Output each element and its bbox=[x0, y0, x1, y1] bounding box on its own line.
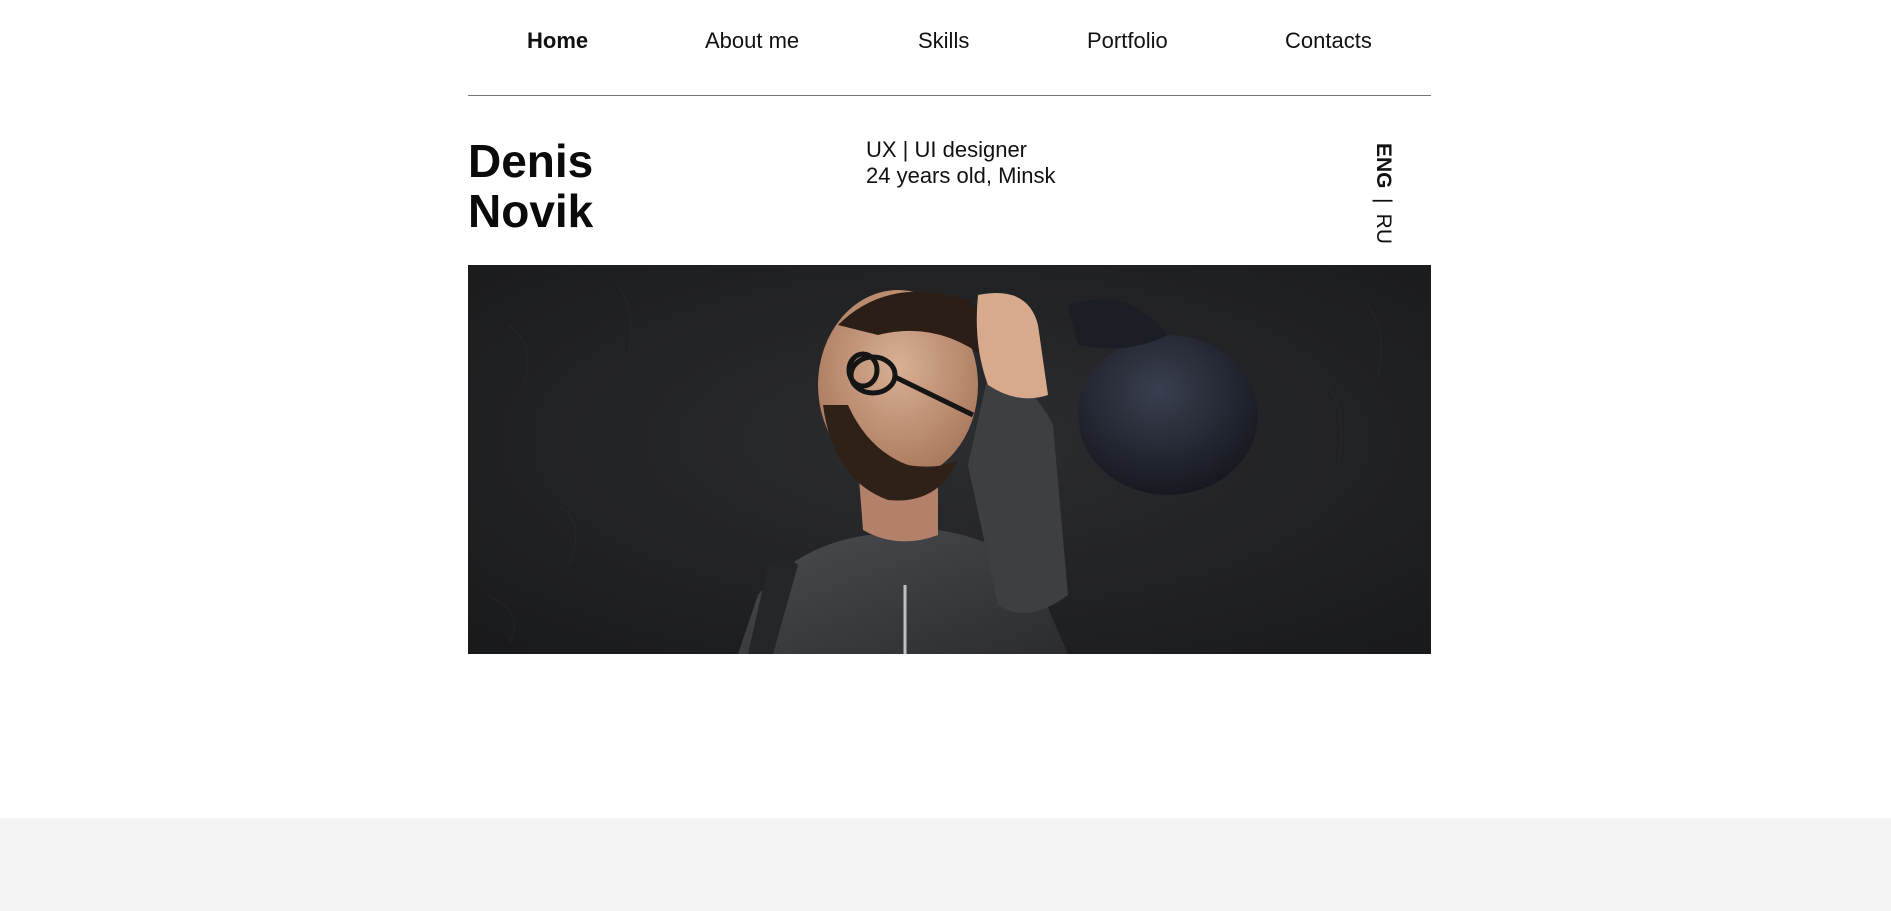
hero-photo bbox=[468, 265, 1431, 654]
person-name: Denis Novik bbox=[468, 136, 593, 236]
role-text: UX | UI designer bbox=[866, 137, 1028, 162]
lang-ru-option[interactable]: RU bbox=[1372, 214, 1395, 244]
language-switcher: ENG | RU bbox=[1371, 143, 1395, 244]
main-nav: Home About me Skills Portfolio Contacts bbox=[468, 0, 1431, 96]
tagline: UX | UI designer 24 years old, Minsk bbox=[866, 137, 1056, 189]
age-location-text: 24 years old, Minsk bbox=[866, 163, 1056, 188]
first-name: Denis bbox=[468, 135, 594, 187]
last-name: Novik bbox=[468, 185, 594, 237]
footer-band bbox=[0, 818, 1891, 911]
hero-info: Denis Novik UX | UI designer 24 years ol… bbox=[468, 96, 1431, 265]
page-container: Home About me Skills Portfolio Contacts … bbox=[468, 0, 1431, 654]
portrait-image bbox=[468, 265, 1431, 654]
nav-item-home[interactable]: Home bbox=[527, 28, 588, 54]
nav-item-contacts[interactable]: Contacts bbox=[1285, 28, 1372, 54]
lang-separator: | bbox=[1372, 198, 1395, 204]
nav-item-about-me[interactable]: About me bbox=[705, 28, 799, 54]
nav-item-portfolio[interactable]: Portfolio bbox=[1087, 28, 1168, 54]
nav-item-skills[interactable]: Skills bbox=[918, 28, 969, 54]
lang-eng-option[interactable]: ENG bbox=[1372, 143, 1395, 189]
